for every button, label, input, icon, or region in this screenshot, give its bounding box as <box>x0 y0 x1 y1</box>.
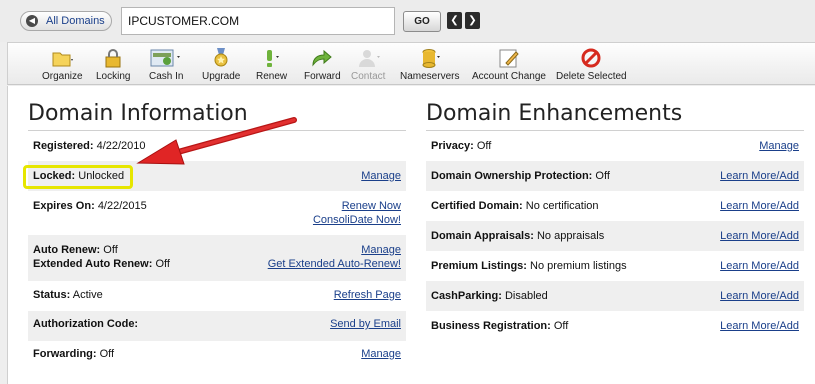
annotation-arrow-icon <box>136 117 297 165</box>
